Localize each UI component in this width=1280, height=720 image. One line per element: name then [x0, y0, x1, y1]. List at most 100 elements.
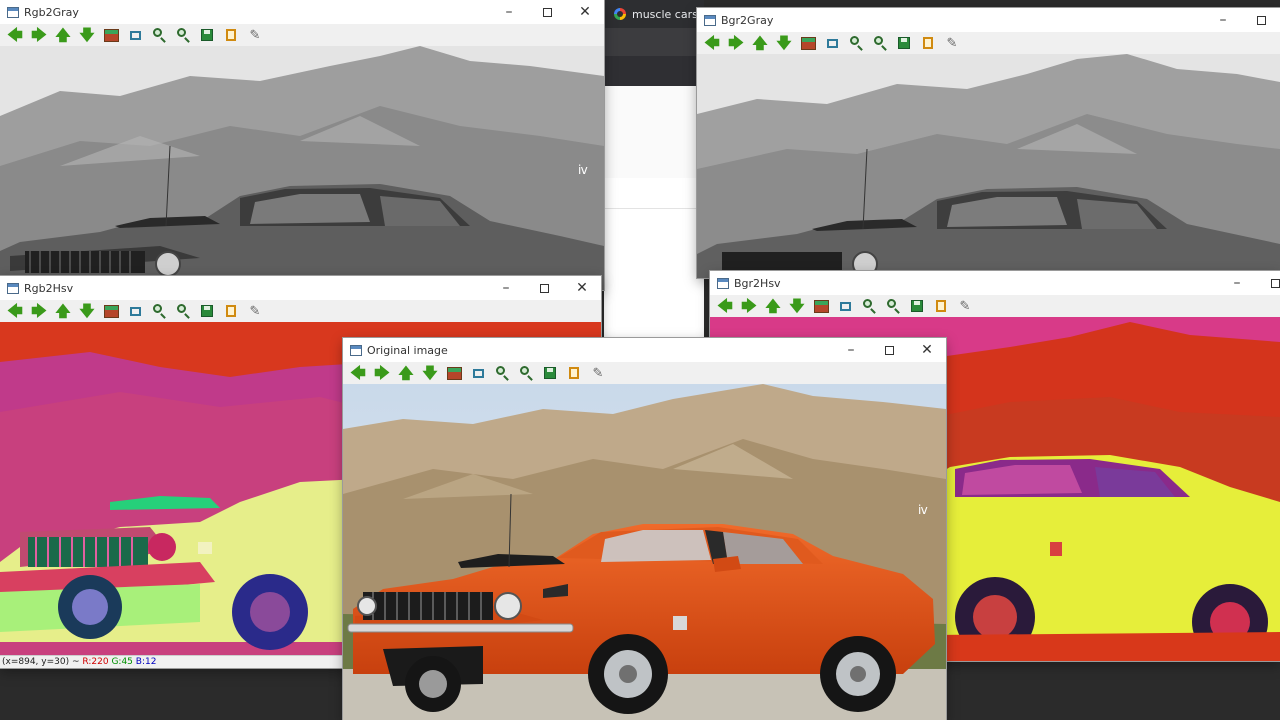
properties-icon[interactable]: ✎ — [943, 34, 961, 52]
title-bar[interactable]: Rgb2Gray – ✕ — [0, 0, 604, 24]
image-toolbar: 🡄 🡆 🡅 🡇 ✎ — [0, 24, 604, 46]
arrow-down-icon[interactable]: 🡇 — [78, 26, 96, 44]
google-icon — [614, 8, 626, 20]
properties-icon[interactable]: ✎ — [589, 364, 607, 382]
maximize-button[interactable] — [525, 276, 563, 300]
browser-tab[interactable]: muscle cars sm — [604, 0, 704, 28]
properties-icon[interactable]: ✎ — [246, 26, 264, 44]
status-red-value: R:220 — [82, 657, 109, 667]
save-icon[interactable] — [898, 37, 910, 49]
arrow-up-icon[interactable]: 🡅 — [54, 302, 72, 320]
save-icon[interactable] — [201, 29, 213, 41]
arrow-left-icon[interactable]: 🡄 — [6, 26, 24, 44]
zoom-out-icon[interactable] — [174, 26, 192, 44]
zoom-out-icon[interactable] — [871, 34, 889, 52]
arrow-up-icon[interactable]: 🡅 — [397, 364, 415, 382]
maximize-button[interactable] — [528, 0, 566, 24]
select-region-icon[interactable] — [130, 30, 141, 40]
title-bar[interactable]: Rgb2Hsv – ✕ — [0, 276, 601, 300]
save-icon[interactable] — [544, 367, 556, 379]
maximize-button[interactable] — [1256, 271, 1280, 295]
status-coordinates: (x=894, y=30) ~ — [2, 657, 80, 667]
minimize-button[interactable]: – — [487, 276, 525, 300]
zoom-in-icon[interactable] — [493, 364, 511, 382]
browser-content-row — [604, 148, 704, 179]
title-bar[interactable]: Bgr2Gray – — [697, 8, 1280, 32]
zoom-in-icon[interactable] — [847, 34, 865, 52]
properties-icon[interactable]: ✎ — [956, 297, 974, 315]
copy-icon[interactable] — [226, 29, 236, 41]
window-rgb2gray[interactable]: Rgb2Gray – ✕ 🡄 🡆 🡅 🡇 ✎ ⅳ — [0, 0, 604, 290]
arrow-down-icon[interactable]: 🡇 — [421, 364, 439, 382]
select-region-icon[interactable] — [473, 368, 484, 378]
window-title: Rgb2Hsv — [24, 281, 74, 295]
image-canvas[interactable] — [697, 54, 1280, 278]
arrow-right-icon[interactable]: 🡆 — [30, 26, 48, 44]
save-icon[interactable] — [911, 300, 923, 312]
arrow-right-icon[interactable]: 🡆 — [373, 364, 391, 382]
app-window-icon — [7, 282, 19, 294]
arrow-up-icon[interactable]: 🡅 — [751, 34, 769, 52]
image-icon[interactable] — [814, 299, 829, 313]
arrow-down-icon[interactable]: 🡇 — [788, 297, 806, 315]
arrow-down-icon[interactable]: 🡇 — [775, 34, 793, 52]
arrow-up-icon[interactable]: 🡅 — [54, 26, 72, 44]
browser-tab-title: muscle cars sm — [632, 7, 704, 21]
arrow-left-icon[interactable]: 🡄 — [6, 302, 24, 320]
browser-content-row — [604, 86, 704, 123]
select-region-icon[interactable] — [840, 301, 851, 311]
status-blue-value: B:12 — [135, 657, 157, 667]
window-title: Rgb2Gray — [24, 5, 79, 19]
properties-icon[interactable]: ✎ — [246, 302, 264, 320]
zoom-in-icon[interactable] — [150, 26, 168, 44]
minimize-button[interactable]: – — [832, 338, 870, 362]
zoom-out-icon[interactable] — [174, 302, 192, 320]
title-bar[interactable]: Bgr2Hsv – — [710, 271, 1280, 295]
app-window-icon — [717, 277, 729, 289]
arrow-left-icon[interactable]: 🡄 — [703, 34, 721, 52]
minimize-button[interactable]: – — [1218, 271, 1256, 295]
copy-icon[interactable] — [936, 300, 946, 312]
browser-content-row — [604, 178, 704, 209]
image-icon[interactable] — [447, 366, 462, 380]
save-icon[interactable] — [201, 305, 213, 317]
close-button[interactable]: ✕ — [566, 0, 604, 24]
copy-icon[interactable] — [569, 367, 579, 379]
arrow-down-icon[interactable]: 🡇 — [78, 302, 96, 320]
select-region-icon[interactable] — [827, 38, 838, 48]
copy-icon[interactable] — [226, 305, 236, 317]
zoom-in-icon[interactable] — [860, 297, 878, 315]
arrow-left-icon[interactable]: 🡄 — [349, 364, 367, 382]
close-button[interactable]: ✕ — [908, 338, 946, 362]
zoom-out-icon[interactable] — [517, 364, 535, 382]
maximize-button[interactable] — [1242, 8, 1280, 32]
background-browser-window: muscle cars sm — [604, 0, 704, 340]
maximize-button[interactable] — [870, 338, 908, 362]
browser-content-row — [604, 122, 704, 149]
window-title: Bgr2Gray — [721, 13, 774, 27]
select-region-icon[interactable] — [130, 306, 141, 316]
svg-text:ⅳ: ⅳ — [578, 163, 588, 177]
image-icon[interactable] — [801, 36, 816, 50]
arrow-left-icon[interactable]: 🡄 — [716, 297, 734, 315]
arrow-right-icon[interactable]: 🡆 — [30, 302, 48, 320]
arrow-right-icon[interactable]: 🡆 — [727, 34, 745, 52]
window-bgr2gray[interactable]: Bgr2Gray – 🡄 🡆 🡅 🡇 ✎ — [697, 8, 1280, 278]
arrow-up-icon[interactable]: 🡅 — [764, 297, 782, 315]
window-title: Bgr2Hsv — [734, 276, 781, 290]
image-icon[interactable] — [104, 28, 119, 42]
arrow-right-icon[interactable]: 🡆 — [740, 297, 758, 315]
window-original-image[interactable]: Original image – ✕ 🡄 🡆 🡅 🡇 ✎ ⅳ — [343, 338, 946, 720]
image-toolbar: 🡄 🡆 🡅 🡇 ✎ — [710, 295, 1280, 317]
zoom-out-icon[interactable] — [884, 297, 902, 315]
image-canvas[interactable]: ⅳ — [343, 384, 946, 720]
copy-icon[interactable] — [923, 37, 933, 49]
image-icon[interactable] — [104, 304, 119, 318]
image-canvas[interactable]: ⅳ — [0, 46, 604, 290]
close-button[interactable]: ✕ — [563, 276, 601, 300]
minimize-button[interactable]: – — [1204, 8, 1242, 32]
title-bar[interactable]: Original image – ✕ — [343, 338, 946, 362]
minimize-button[interactable]: – — [490, 0, 528, 24]
image-toolbar: 🡄 🡆 🡅 🡇 ✎ — [0, 300, 601, 322]
zoom-in-icon[interactable] — [150, 302, 168, 320]
